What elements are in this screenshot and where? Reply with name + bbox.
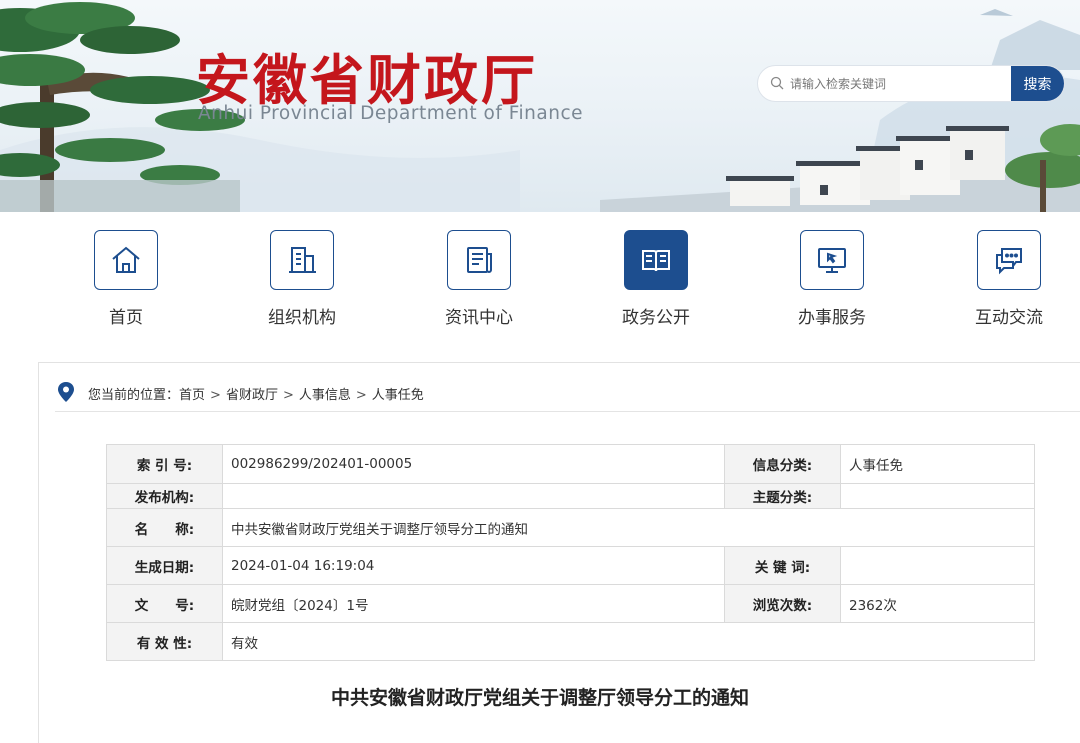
search-box: 搜索 [757,65,1065,102]
nav-label: 资讯中心 [445,308,513,328]
nav-label: 办事服务 [798,308,866,328]
chat-bubbles-icon [996,248,1022,275]
nav-label: 首页 [109,308,143,328]
date-label: 生成日期: [106,546,223,585]
keyword-value [840,546,1035,585]
table-row: 生成日期: 2024-01-04 16:19:04 关 键 词: [106,546,1035,585]
docno-value: 皖财党组〔2024〕1号 [222,584,725,623]
breadcrumb-item-appointments[interactable]: 人事任免 [372,388,424,403]
document-title: 中共安徽省财政厅党组关于调整厅领导分工的通知 [330,687,749,709]
nav-label: 互动交流 [975,308,1043,328]
nav-item-government-affairs[interactable]: 政务公开 [596,230,716,328]
category-value: 人事任免 [840,444,1035,484]
nav-item-home[interactable]: 首页 [66,230,186,328]
table-row: 文 号: 皖财党组〔2024〕1号 浏览次数: 2362次 [106,584,1035,623]
nav-item-news[interactable]: 资讯中心 [419,230,539,328]
document-metadata-table: 索 引 号: 002986299/202401-00005 信息分类: 人事任免… [106,444,1035,661]
views-value: 2362次 [840,584,1035,623]
breadcrumb-prefix: 您当前的位置： [88,388,180,403]
topic-label: 主题分类: [724,483,841,509]
breadcrumb-item-home[interactable]: 首页 [179,388,205,403]
keyword-label: 关 键 词: [724,546,841,585]
date-value: 2024-01-04 16:19:04 [222,546,725,585]
table-row: 索 引 号: 002986299/202401-00005 信息分类: 人事任免 [106,444,1035,484]
nav-item-services[interactable]: 办事服务 [772,230,892,328]
search-button[interactable]: 搜索 [1011,66,1064,101]
name-value: 中共安徽省财政厅党组关于调整厅领导分工的通知 [222,508,1035,547]
breadcrumb-item-personnel-info[interactable]: 人事信息 [299,388,351,403]
location-pin-icon [58,382,74,402]
publisher-label: 发布机构: [106,483,223,509]
header-banner: 安徽省财政厅 Anhui Provincial Department of Fi… [0,0,1080,212]
breadcrumb-separator: > [355,388,367,403]
monitor-icon [818,248,846,273]
topic-value [840,483,1035,509]
breadcrumb-separator: > [282,388,294,403]
table-row: 发布机构: 主题分类: [106,483,1035,509]
nav-item-interaction[interactable]: 互动交流 [949,230,1069,328]
index-label: 索 引 号: [106,444,223,484]
search-input[interactable] [790,66,1010,101]
name-label: 名 称: [106,508,223,547]
table-row: 有 效 性: 有效 [106,622,1035,661]
publisher-value [222,483,725,509]
views-label: 浏览次数: [724,584,841,623]
docno-label: 文 号: [106,584,223,623]
building-icon [289,247,316,273]
nav-item-organization[interactable]: 组织机构 [242,230,362,328]
validity-value: 有效 [222,622,1035,661]
breadcrumb-separator: > [210,388,221,403]
search-icon [770,76,784,90]
home-icon [112,246,140,273]
open-book-icon [642,250,670,272]
table-row: 名 称: 中共安徽省财政厅党组关于调整厅领导分工的通知 [106,508,1035,547]
category-label: 信息分类: [724,444,841,484]
breadcrumb-item-department[interactable]: 省财政厅 [226,388,278,403]
site-subtitle: Anhui Provincial Department of Finance [198,103,583,124]
nav-label: 政务公开 [622,308,690,328]
news-icon [467,247,492,273]
divider [55,411,1080,412]
breadcrumb: 您当前的位置：首页 > 省财政厅 > 人事信息 > 人事任免 [88,384,424,403]
validity-label: 有 效 性: [106,622,223,661]
main-nav: 首页 组织机构 资讯中心 政务公开 办事服务 互动交流 [0,212,1080,352]
nav-label: 组织机构 [268,308,336,328]
index-value: 002986299/202401-00005 [222,444,725,484]
